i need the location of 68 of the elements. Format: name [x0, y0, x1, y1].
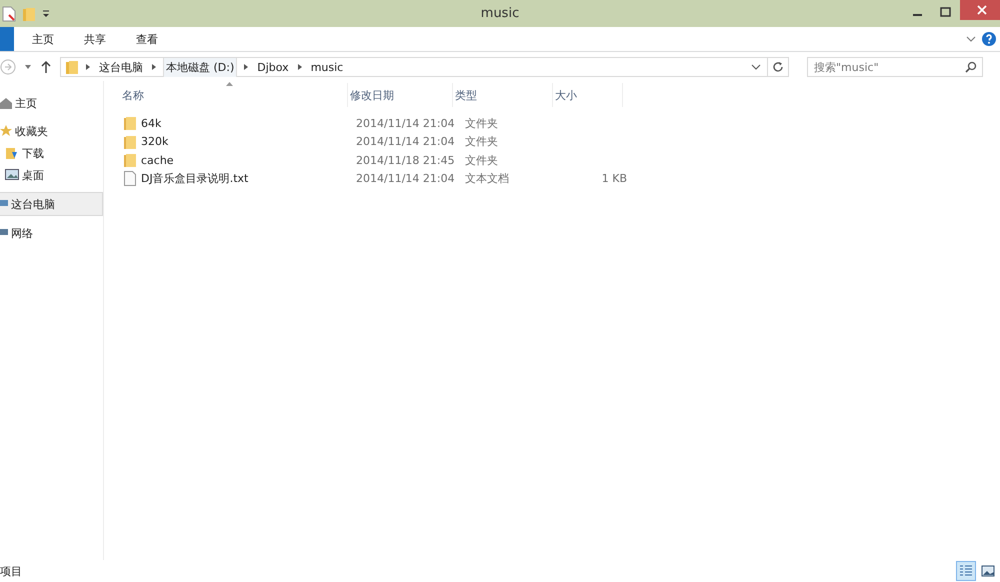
nav-item[interactable]: 桌面 — [0, 164, 103, 186]
address-bar[interactable]: 这台电脑 本地磁盘 (D:) Djbox music — [60, 57, 768, 77]
date-cell-text: 2014/11/14 21:04 — [355, 172, 456, 186]
view-button[interactable] — [956, 561, 976, 581]
date-cell-text: 2014/11/14 21:04 — [355, 135, 456, 148]
column-header[interactable]: 类型 — [453, 83, 553, 107]
chevron-right-icon[interactable] — [296, 63, 303, 71]
folder-icon — [124, 116, 136, 130]
nav-label: 这台电脑 — [11, 196, 55, 212]
column-header[interactable]: 修改日期 — [348, 83, 453, 107]
nav-item[interactable]: 主页 — [0, 92, 103, 114]
type-cell-text: 文本文档 — [464, 171, 510, 186]
search-field[interactable]: 搜索"music" — [807, 57, 983, 77]
nav-label: 主页 — [15, 96, 37, 110]
window-title: music — [480, 6, 520, 21]
refresh-icon — [772, 61, 784, 73]
type-cell-text: 文件夹 — [464, 116, 499, 131]
file-name[interactable]: 320k — [141, 135, 168, 148]
dropdown-icon[interactable] — [751, 63, 761, 71]
file-name[interactable]: 64k — [141, 116, 162, 130]
house-icon — [0, 97, 12, 109]
nav-item[interactable]: 收藏夹 — [0, 120, 103, 142]
text-file-icon — [124, 171, 136, 186]
folder-icon — [124, 134, 136, 149]
nav-label: 收藏夹 — [15, 124, 48, 138]
ribbon-tab[interactable]: 主页 — [20, 27, 66, 51]
sort-arrow-icon — [226, 82, 233, 86]
breadcrumb[interactable]: 本地磁盘 (D:) — [163, 58, 238, 76]
nav-item[interactable]: 下载 — [0, 142, 103, 164]
chevron-icon[interactable] — [966, 35, 976, 43]
breadcrumb[interactable]: music — [308, 58, 346, 76]
download-folder-icon — [5, 146, 19, 160]
type-cell-text: 文件夹 — [464, 152, 499, 168]
document-icon[interactable] — [2, 6, 16, 22]
help-icon[interactable] — [982, 32, 996, 46]
date-cell-text: 2014/11/18 21:45 — [355, 154, 456, 167]
ribbon-tab[interactable]: 查看 — [124, 27, 170, 51]
nav-label: 桌面 — [22, 168, 44, 182]
star-icon — [0, 125, 12, 137]
close-button[interactable] — [960, 0, 1000, 20]
type-cell-text: 文件夹 — [464, 134, 499, 150]
refresh-button[interactable] — [767, 57, 789, 77]
close-icon — [977, 5, 987, 15]
search-icon — [965, 61, 977, 73]
desktop-icon — [5, 169, 19, 181]
breadcrumb[interactable]: 这台电脑 — [97, 58, 145, 76]
dropdown-icon[interactable] — [24, 64, 32, 70]
file-name[interactable]: cache — [141, 154, 174, 167]
dropdown-icon[interactable] — [42, 10, 50, 18]
date-cell-text: 2014/11/14 21:04 — [355, 116, 456, 130]
folder-icon — [65, 59, 79, 75]
chevron-right-icon[interactable] — [85, 63, 91, 71]
chevron-right-icon[interactable] — [243, 63, 250, 71]
folder-icon — [124, 153, 136, 168]
breadcrumb[interactable]: Djbox — [255, 58, 291, 76]
size-cell: 1 KB — [602, 172, 627, 186]
nav-item[interactable]: 网络 — [0, 222, 103, 244]
chevron-right-icon[interactable] — [151, 63, 157, 71]
nav-label: 下载 — [22, 146, 44, 160]
file-name[interactable]: DJ音乐盒目录说明.txt — [141, 171, 248, 186]
nav-label: 网络 — [11, 226, 33, 240]
column-header[interactable]: 大小 — [553, 83, 623, 107]
large-icons-view-icon — [981, 565, 995, 577]
status-text: 项目 — [0, 564, 22, 578]
details-view-icon — [959, 565, 973, 577]
up-arrow-icon[interactable] — [40, 60, 52, 74]
ribbon-tab[interactable]: 共享 — [72, 27, 118, 51]
nav-item[interactable]: 这台电脑 — [0, 192, 103, 216]
